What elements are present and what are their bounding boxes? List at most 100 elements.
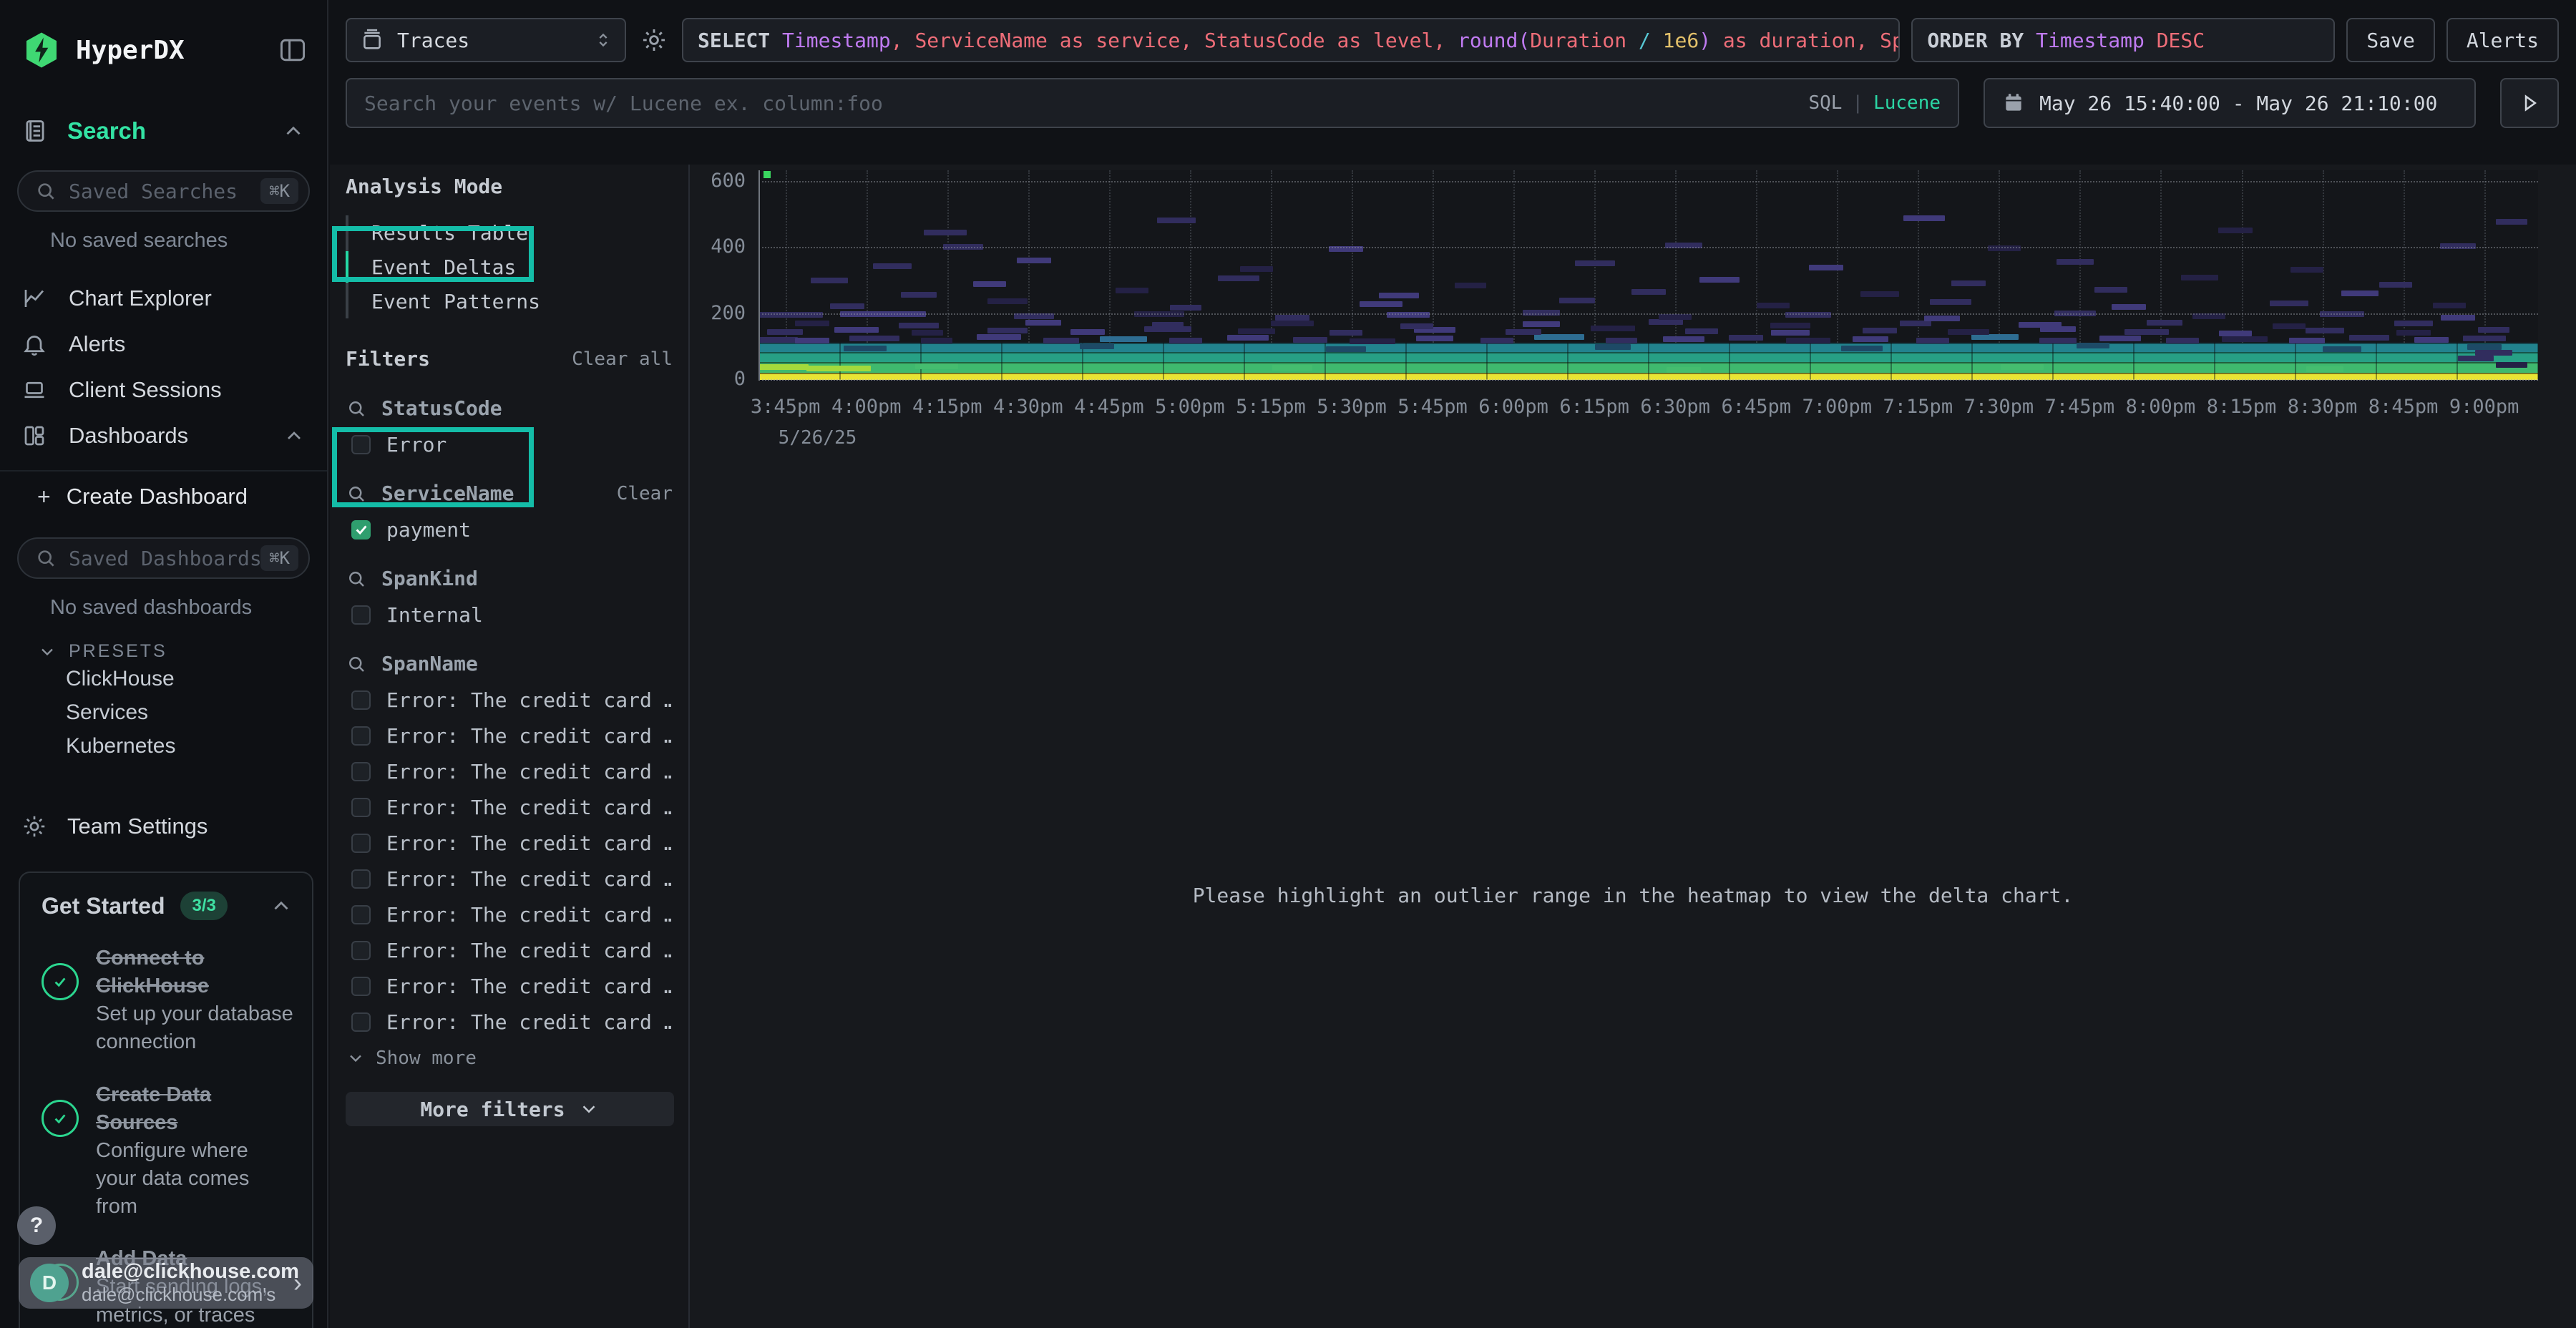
presets-toggle[interactable]: PRESETS [0,641,327,662]
sidebar-item-chart-explorer[interactable]: Chart Explorer [0,275,327,321]
language-lucene[interactable]: Lucene [1873,92,1941,114]
preset-clickhouse[interactable]: ClickHouse [0,662,327,695]
filter-group-name: SpanKind [381,567,673,590]
sidebar-item-search[interactable]: Search [0,112,327,150]
filter-option[interactable]: Error: The credit card … [346,688,673,711]
heatmap-cell [2341,290,2379,296]
analysis-mode-results-table[interactable]: Results Table [348,215,673,250]
filter-option[interactable]: Error: The credit card … [346,760,673,783]
heatmap-cell [1591,326,1635,331]
filter-option[interactable]: Internal [346,603,673,626]
query-language-toggle[interactable]: SQL | Lucene [1808,92,1941,114]
preset-kubernetes[interactable]: Kubernetes [0,729,327,763]
sidebar-collapse-icon[interactable] [277,34,308,66]
get-started-header[interactable]: Get Started 3/3 [42,892,293,920]
source-settings-button[interactable] [638,24,670,57]
analysis-mode-event-patterns[interactable]: Event Patterns [348,284,673,318]
filter-checkbox[interactable] [351,1012,371,1032]
filter-option[interactable]: Error: The credit card … [346,724,673,747]
filter-option[interactable]: Error [346,433,673,456]
get-started-item-connect-to-clickhouse[interactable]: Connect to ClickHouseSet up your databas… [42,944,293,1057]
filter-option[interactable]: Error: The credit card … [346,796,673,819]
heatmap-cell [1663,336,1704,342]
sidebar-item-team-settings[interactable]: Team Settings [0,804,327,849]
saved-dashboards-input[interactable]: ⌘K [17,537,310,579]
heatmap-cell [1080,343,1114,349]
heatmap-cell [1900,321,1931,326]
filter-option-label: Error: The credit card … [386,867,673,891]
filter-checkbox[interactable] [351,762,371,781]
filter-checkbox[interactable] [351,834,371,853]
heatmap-cell [2379,282,2412,288]
help-button[interactable]: ? [17,1206,56,1245]
saved-dashboards-field[interactable] [69,547,260,570]
filter-checkbox[interactable] [351,605,371,625]
alerts-button[interactable]: Alerts [2446,18,2559,62]
heatmap-cell [1350,338,1395,344]
filter-checkbox[interactable] [351,869,371,889]
event-search-bar[interactable]: SQL | Lucene [346,78,1959,128]
search-icon[interactable] [346,653,367,675]
preset-services[interactable]: Services [0,695,327,729]
heatmap-cell [767,329,803,335]
saved-searches-input[interactable]: ⌘K [17,170,310,212]
get-started-item-text: Connect to ClickHouseSet up your databas… [96,944,293,1057]
filter-option[interactable]: Error: The credit card … [346,975,673,997]
run-query-button[interactable] [2500,78,2559,128]
filter-checkbox[interactable] [351,435,371,454]
show-more-link[interactable]: Show more [346,1048,673,1069]
event-search-input[interactable] [364,92,1808,115]
select-chevrons-icon [593,30,613,50]
clear-filter-link[interactable]: Clear [617,483,673,504]
filter-checkbox[interactable] [351,798,371,817]
plus-icon: + [37,484,51,510]
sidebar-item-alerts[interactable]: Alerts [0,321,327,367]
user-menu[interactable]: D dale@clickhouse.com dale@clickhouse.co… [19,1257,313,1309]
sql-token: ORDER BY [1927,29,2036,52]
order-by-editor[interactable]: ORDER BY Timestamp DESC [1911,18,2335,62]
language-sql[interactable]: SQL [1808,92,1842,114]
get-started-item-create-data-sources[interactable]: Create Data SourcesConfigure where your … [42,1081,293,1221]
search-icon[interactable] [346,568,367,590]
heatmap-cell [844,346,887,351]
create-dashboard-button[interactable]: + Create Dashboard [0,476,327,517]
date-range-picker[interactable]: May 26 15:40:00 - May 26 21:10:00 [1984,78,2476,128]
filter-checkbox[interactable] [351,977,371,996]
x-tick-label: 7:30pm [1964,396,2034,418]
clear-all-filters-link[interactable]: Clear all [572,348,673,370]
heatmap-cell [2433,303,2466,308]
analysis-mode-event-deltas[interactable]: Event Deltas [348,250,673,284]
get-started-item-desc: Configure where your data comes from [96,1137,293,1221]
heatmap-cell [1631,289,1666,295]
heatmap-cell [987,298,1028,304]
source-select[interactable]: Traces [346,18,626,62]
filters-panel: Analysis Mode Results TableEvent DeltasE… [330,165,690,1328]
filter-option[interactable]: Error: The credit card … [346,831,673,854]
filter-checkbox[interactable] [351,905,371,924]
search-icon[interactable] [346,398,367,419]
filter-checkbox[interactable] [351,726,371,746]
filter-checkbox[interactable] [351,690,371,710]
heatmap-cell [811,278,848,283]
avatar: D [30,1264,69,1302]
search-icon[interactable] [346,483,367,504]
more-filters-button[interactable]: More filters [346,1092,674,1126]
filter-option[interactable]: Error: The credit card … [346,867,673,890]
heatmap-plot[interactable] [758,170,2538,380]
saved-searches-field[interactable] [69,180,260,203]
filter-option[interactable]: Error: The credit card … [346,939,673,962]
filter-option[interactable]: payment [346,518,673,541]
heatmap-cell [758,337,798,343]
filter-checkbox[interactable] [351,520,371,540]
heatmap-cell [2218,228,2253,233]
sidebar-item-dashboards[interactable]: Dashboards [0,413,327,459]
filter-option[interactable]: Error: The credit card … [346,903,673,926]
heatmap-cell [1659,314,1692,320]
sql-select-editor[interactable]: SELECT Timestamp, ServiceName as service… [682,18,1900,62]
filter-option[interactable]: Error: The credit card … [346,1010,673,1033]
x-tick-label: 5:15pm [1236,396,1306,418]
sidebar-item-client-sessions[interactable]: Client Sessions [0,367,327,413]
heatmap-cell [834,327,879,333]
filter-checkbox[interactable] [351,941,371,960]
save-button[interactable]: Save [2346,18,2434,62]
